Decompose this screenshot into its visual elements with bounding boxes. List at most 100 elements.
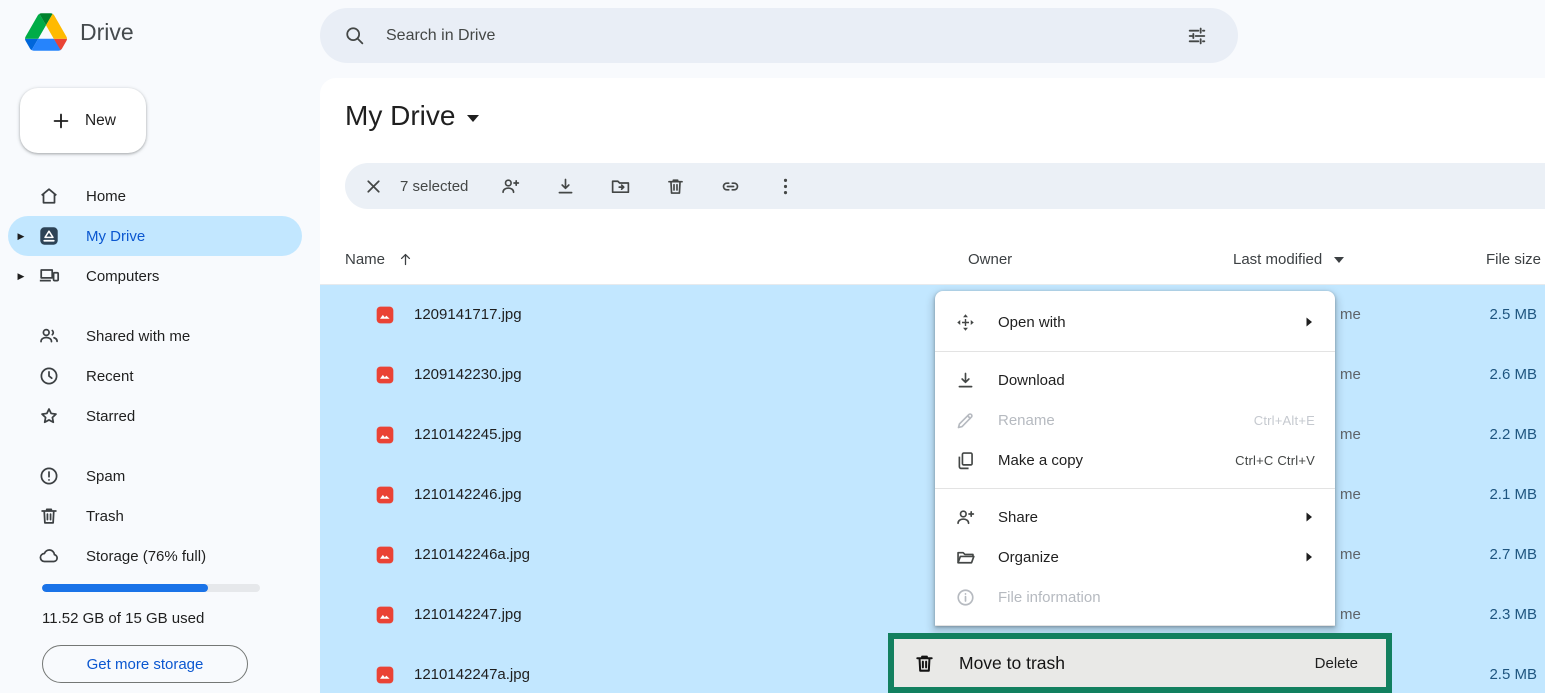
menu-item-label: Move to trash	[959, 653, 1065, 674]
column-label: Owner	[968, 251, 1012, 268]
sidebar-item-label: Home	[86, 188, 126, 205]
close-icon[interactable]	[363, 176, 384, 197]
starred-icon	[38, 405, 60, 427]
menu-item-label: Rename	[998, 412, 1055, 429]
column-label: Name	[345, 251, 385, 268]
image-file-icon	[375, 545, 395, 565]
storage-usage-text: 11.52 GB of 15 GB used	[42, 610, 204, 627]
trash-icon	[913, 652, 936, 675]
plus-icon	[50, 110, 72, 132]
info-icon	[955, 587, 976, 608]
file-name: 1210142246.jpg	[414, 465, 522, 525]
shared-with-me-icon	[38, 325, 60, 347]
file-row[interactable]: 1209141717.jpg me 2.5 MB	[320, 285, 1545, 345]
search-icon	[344, 25, 365, 46]
sidebar-item-label: Trash	[86, 508, 124, 525]
page-title-dropdown[interactable]: My Drive	[345, 100, 479, 132]
file-name: 1209142230.jpg	[414, 345, 522, 405]
menu-item-move-to-trash[interactable]: Move to trash Delete	[894, 639, 1386, 687]
submenu-arrow-icon	[1303, 551, 1315, 563]
menu-shortcut: Ctrl+Alt+E	[1254, 413, 1315, 428]
menu-item-label: File information	[998, 589, 1101, 606]
file-list: 1209141717.jpg me 2.5 MB 1209142230.jpg …	[320, 285, 1545, 693]
new-button[interactable]: New	[20, 88, 146, 153]
chevron-down-icon	[467, 115, 479, 122]
image-file-icon	[375, 605, 395, 625]
sidebar-item-my-drive[interactable]: ▶ My Drive	[8, 216, 302, 256]
move-to-folder-icon[interactable]	[610, 176, 631, 197]
expand-arrow-icon[interactable]: ▶	[8, 271, 34, 282]
file-row[interactable]: 1210142245.jpg me 2.2 MB	[320, 405, 1545, 465]
search-input[interactable]	[386, 27, 1186, 45]
sidebar-item-computers[interactable]: ▶ Computers	[8, 256, 302, 296]
storage-progress-bar	[42, 584, 260, 592]
column-header-name[interactable]: Name	[345, 235, 414, 284]
sidebar-item-shared-with-me[interactable]: ▶ Shared with me	[8, 316, 302, 356]
search-bar[interactable]	[320, 8, 1238, 63]
file-size: 2.3 MB	[1489, 585, 1537, 645]
sidebar-item-label: Storage (76% full)	[86, 548, 206, 565]
menu-item-open-with[interactable]: Open with	[935, 301, 1335, 343]
file-size: 2.5 MB	[1489, 285, 1537, 345]
sidebar-item-home[interactable]: ▶ Home	[8, 176, 302, 216]
sidebar-item-label: Starred	[86, 408, 135, 425]
file-row[interactable]: 1210142246.jpg me 2.1 MB	[320, 465, 1545, 525]
modified-by: me	[1340, 405, 1361, 465]
table-header: Name Owner Last modified File size	[320, 235, 1545, 285]
menu-item-make-a-copy[interactable]: Make a copy Ctrl+C Ctrl+V	[935, 440, 1335, 480]
image-file-icon	[375, 365, 395, 385]
person-add-icon[interactable]	[500, 176, 521, 197]
recent-icon	[38, 365, 60, 387]
file-row[interactable]: 1209142230.jpg me 2.6 MB	[320, 345, 1545, 405]
drive-wordmark: Drive	[80, 19, 134, 46]
menu-item-share[interactable]: Share	[935, 497, 1335, 537]
menu-divider	[935, 351, 1335, 352]
modified-by: me	[1340, 285, 1361, 345]
file-row[interactable]: 1210142246a.jpg me 2.7 MB	[320, 525, 1545, 585]
more-options-icon[interactable]	[775, 176, 796, 197]
sort-ascending-arrow-icon[interactable]	[397, 251, 414, 268]
file-name: 1210142247.jpg	[414, 585, 522, 645]
image-file-icon	[375, 425, 395, 445]
selected-count-label: 7 selected	[400, 178, 468, 195]
menu-item-download[interactable]: Download	[935, 360, 1335, 400]
new-button-label: New	[85, 112, 116, 130]
column-header-file-size[interactable]: File size	[1486, 235, 1541, 284]
download-icon	[955, 370, 976, 391]
menu-item-label: Organize	[998, 549, 1059, 566]
expand-arrow-icon[interactable]: ▶	[8, 231, 34, 242]
column-label: Last modified	[1233, 251, 1322, 268]
menu-item-label: Open with	[998, 314, 1066, 331]
search-options-tune-icon[interactable]	[1186, 25, 1208, 47]
menu-item-label: Make a copy	[998, 452, 1083, 469]
sidebar-item-recent[interactable]: ▶ Recent	[8, 356, 302, 396]
get-more-storage-button[interactable]: Get more storage	[42, 645, 248, 683]
open-with-icon	[955, 312, 976, 333]
file-name: 1210142246a.jpg	[414, 525, 530, 585]
sidebar: Drive New ▶ Home ▶ My Drive	[0, 0, 320, 693]
menu-item-file-information: File information	[935, 577, 1335, 617]
modified-by: me	[1340, 465, 1361, 525]
column-header-owner[interactable]: Owner	[968, 235, 1012, 284]
column-label: File size	[1486, 251, 1541, 268]
file-size: 2.6 MB	[1489, 345, 1537, 405]
submenu-arrow-icon	[1303, 511, 1315, 523]
sidebar-item-spam[interactable]: ▶ Spam	[8, 456, 302, 496]
copy-icon	[955, 450, 976, 471]
menu-divider	[935, 488, 1335, 489]
folder-open-icon	[955, 547, 976, 568]
sidebar-item-storage[interactable]: ▶ Storage (76% full)	[8, 536, 302, 576]
spam-icon	[38, 465, 60, 487]
rename-pencil-icon	[955, 410, 976, 431]
sidebar-item-label: Spam	[86, 468, 125, 485]
trash-icon[interactable]	[665, 176, 686, 197]
link-icon[interactable]	[720, 176, 741, 197]
sidebar-item-starred[interactable]: ▶ Starred	[8, 396, 302, 436]
sidebar-item-trash[interactable]: ▶ Trash	[8, 496, 302, 536]
download-icon[interactable]	[555, 176, 576, 197]
column-header-last-modified[interactable]: Last modified	[1233, 235, 1344, 284]
storage-progress-fill	[42, 584, 208, 592]
menu-item-organize[interactable]: Organize	[935, 537, 1335, 577]
file-name: 1210142247a.jpg	[414, 645, 530, 693]
trash-icon	[38, 505, 60, 527]
